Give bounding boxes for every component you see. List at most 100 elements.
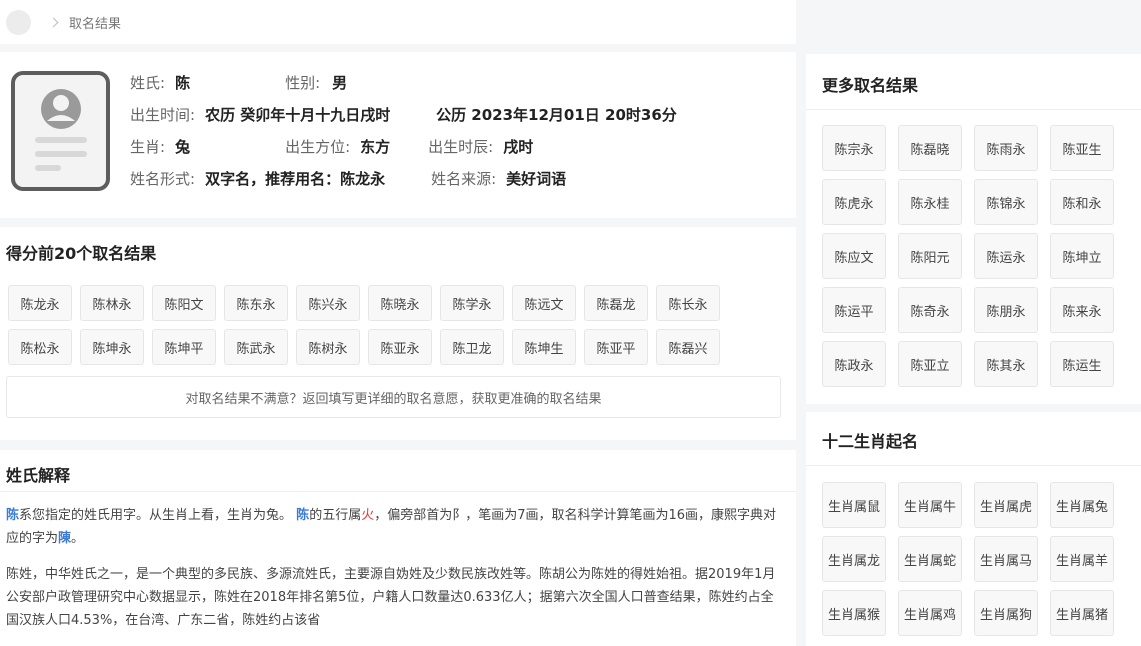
more-names-title: 更多取名结果	[822, 76, 919, 95]
name-source-value: 美好词语	[506, 169, 567, 188]
name-chip[interactable]: 陈树永	[296, 329, 360, 365]
name-chip[interactable]: 陈政永	[822, 341, 886, 387]
name-form-value: 双字名，推荐用名：陈龙永	[205, 169, 386, 188]
five-element-value: 火	[361, 508, 375, 523]
name-chip[interactable]: 陈雨永	[974, 125, 1038, 171]
name-source-label: 姓名来源:	[431, 169, 497, 188]
zodiac-value: 兔	[175, 137, 191, 156]
explain-text: 的五行属	[309, 508, 362, 523]
divider	[806, 109, 1141, 110]
zodiac-link[interactable]: 生肖属马	[974, 536, 1038, 582]
name-chip[interactable]: 陈磊龙	[584, 285, 648, 321]
name-chip[interactable]: 陈坤永	[80, 329, 144, 365]
direction-label: 出生方位:	[285, 137, 351, 156]
name-chip[interactable]: 陈坤平	[152, 329, 216, 365]
zodiac-link[interactable]: 生肖属鸡	[898, 590, 962, 636]
name-chip[interactable]: 陈宗永	[822, 125, 886, 171]
name-chip[interactable]: 陈朋永	[974, 287, 1038, 333]
zodiac-link[interactable]: 生肖属龙	[822, 536, 886, 582]
name-chip[interactable]: 陈兴永	[296, 285, 360, 321]
gender-label: 性别:	[285, 73, 321, 92]
zodiac-link[interactable]: 生肖属狗	[974, 590, 1038, 636]
name-chip[interactable]: 陈亚立	[898, 341, 962, 387]
name-chip[interactable]: 陈应文	[822, 233, 886, 279]
zodiac-naming-panel: 十二生肖起名 生肖属鼠 生肖属牛 生肖属虎 生肖属兔 生肖属龙 生肖属蛇 生肖属马 生肖属羊生…	[806, 412, 1141, 646]
surname-explain-paragraph-1: 陈系您指定的姓氏用字。从生肖上看，生肖为兔。 陈的五行属火，偏旁部首为阝，笔画为…	[6, 504, 784, 550]
birth-hour-value: 戌时	[503, 137, 534, 156]
name-chip[interactable]: 陈松永	[8, 329, 72, 365]
top20-panel: 得分前20个取名结果 陈龙永 陈林永 陈阳文 陈东永 陈兴永 陈晓永 陈学永 陈远文 陈磊龙 陈长…	[0, 227, 796, 440]
name-chip[interactable]: 陈奇永	[898, 287, 962, 333]
name-chip[interactable]: 陈阳文	[152, 285, 216, 321]
breadcrumb-current: 取名结果	[69, 16, 122, 32]
zodiac-label: 生肖:	[130, 137, 166, 156]
divider	[0, 491, 796, 492]
name-chip[interactable]: 陈卫龙	[440, 329, 504, 365]
name-chip[interactable]: 陈磊晓	[898, 125, 962, 171]
birth-info-card: 姓氏: 陈 性别: 男 出生时间: 农历 癸卯年十月十九日戌时 公历 2023年…	[0, 52, 796, 218]
info-row-3: 生肖: 兔 出生方位: 东方 出生时辰: 戌时	[130, 135, 533, 157]
back-to-form-link[interactable]: 对取名结果不满意？返回填写更详细的取名意愿，获取更准确的取名结果	[6, 376, 781, 418]
name-chip[interactable]: 陈东永	[224, 285, 288, 321]
name-chip[interactable]: 陈武永	[224, 329, 288, 365]
zodiac-link[interactable]: 生肖属猴	[822, 590, 886, 636]
zodiac-link[interactable]: 生肖属虎	[974, 482, 1038, 528]
name-chip[interactable]: 陈坤立	[1050, 233, 1114, 279]
surname-char-link: 陈	[6, 508, 20, 523]
name-chip[interactable]: 陈林永	[80, 285, 144, 321]
name-chip[interactable]: 陈亚生	[1050, 125, 1114, 171]
birth-hour-label: 出生时辰:	[428, 137, 494, 156]
name-chip[interactable]: 陈运生	[1050, 341, 1114, 387]
explain-text: 系您指定的姓氏用字。从生肖上看，生肖为兔。	[19, 508, 293, 523]
name-chip[interactable]: 陈龙永	[8, 285, 72, 321]
kangxi-char: 陳	[58, 531, 72, 546]
name-chip[interactable]: 陈长永	[656, 285, 720, 321]
name-chip[interactable]: 陈晓永	[368, 285, 432, 321]
zodiac-link[interactable]: 生肖属蛇	[898, 536, 962, 582]
top20-title: 得分前20个取名结果	[6, 244, 157, 263]
name-form-label: 姓名形式:	[130, 169, 196, 188]
direction-value: 东方	[360, 137, 391, 156]
home-icon[interactable]	[6, 9, 31, 35]
name-chip[interactable]: 陈坤生	[512, 329, 576, 365]
info-row-4: 姓名形式: 双字名，推荐用名：陈龙永 姓名来源: 美好词语	[130, 167, 566, 189]
explain-text: 。	[71, 531, 85, 546]
name-chip[interactable]: 陈亚永	[368, 329, 432, 365]
name-chip[interactable]: 陈运平	[822, 287, 886, 333]
name-chip[interactable]: 陈学永	[440, 285, 504, 321]
zodiac-link[interactable]: 生肖属兔	[1050, 482, 1114, 528]
zodiac-link[interactable]: 生肖属鼠	[822, 482, 886, 528]
birth-time-label: 出生时间:	[130, 105, 196, 124]
more-names-panel: 更多取名结果 陈宗永 陈磊晓 陈雨永 陈亚生陈虎永 陈永桂 陈锦永 陈和永陈应文 陈阳元 陈运永…	[806, 54, 1141, 404]
zodiac-link[interactable]: 生肖属羊	[1050, 536, 1114, 582]
name-chip[interactable]: 陈亚平	[584, 329, 648, 365]
info-row-2: 出生时间: 农历 癸卯年十月十九日戌时 公历 2023年12月01日 20时36…	[130, 103, 677, 125]
surname-label: 姓氏:	[130, 73, 166, 92]
name-chip[interactable]: 陈锦永	[974, 179, 1038, 225]
breadcrumb: 取名结果	[0, 0, 796, 44]
info-row-1: 姓氏: 陈 性别: 男	[130, 71, 347, 93]
name-chip[interactable]: 陈运永	[974, 233, 1038, 279]
surname-explain-paragraph-2: 陈姓，中华姓氏之一，是一个典型的多民族、多源流姓氏，主要源自妫姓及少数民族改姓等…	[6, 567, 776, 628]
name-chip[interactable]: 陈和永	[1050, 179, 1114, 225]
solar-date-value: 公历 2023年12月01日 20时36分	[436, 105, 677, 124]
gender-value: 男	[332, 73, 348, 92]
name-chip[interactable]: 陈虎永	[822, 179, 886, 225]
zodiac-link[interactable]: 生肖属猪	[1050, 590, 1114, 636]
name-chip[interactable]: 陈远文	[512, 285, 576, 321]
name-chip[interactable]: 陈阳元	[898, 233, 962, 279]
name-chip[interactable]: 陈来永	[1050, 287, 1114, 333]
name-chip[interactable]: 陈其永	[974, 341, 1038, 387]
name-chip[interactable]: 陈磊兴	[656, 329, 720, 365]
lunar-date-value: 农历 癸卯年十月十九日戌时	[205, 105, 391, 124]
profile-document-icon	[11, 71, 110, 191]
surname-value: 陈	[175, 73, 191, 92]
surname-explain-title: 姓氏解释	[6, 466, 71, 485]
zodiac-naming-title: 十二生肖起名	[822, 432, 919, 451]
name-chip[interactable]: 陈永桂	[898, 179, 962, 225]
surname-explain-panel: 姓氏解释 陈系您指定的姓氏用字。从生肖上看，生肖为兔。 陈的五行属火，偏旁部首为…	[0, 450, 796, 646]
surname-char-link: 陈	[296, 508, 310, 523]
divider	[806, 465, 1141, 466]
chevron-right-icon	[48, 17, 59, 27]
zodiac-link[interactable]: 生肖属牛	[898, 482, 962, 528]
